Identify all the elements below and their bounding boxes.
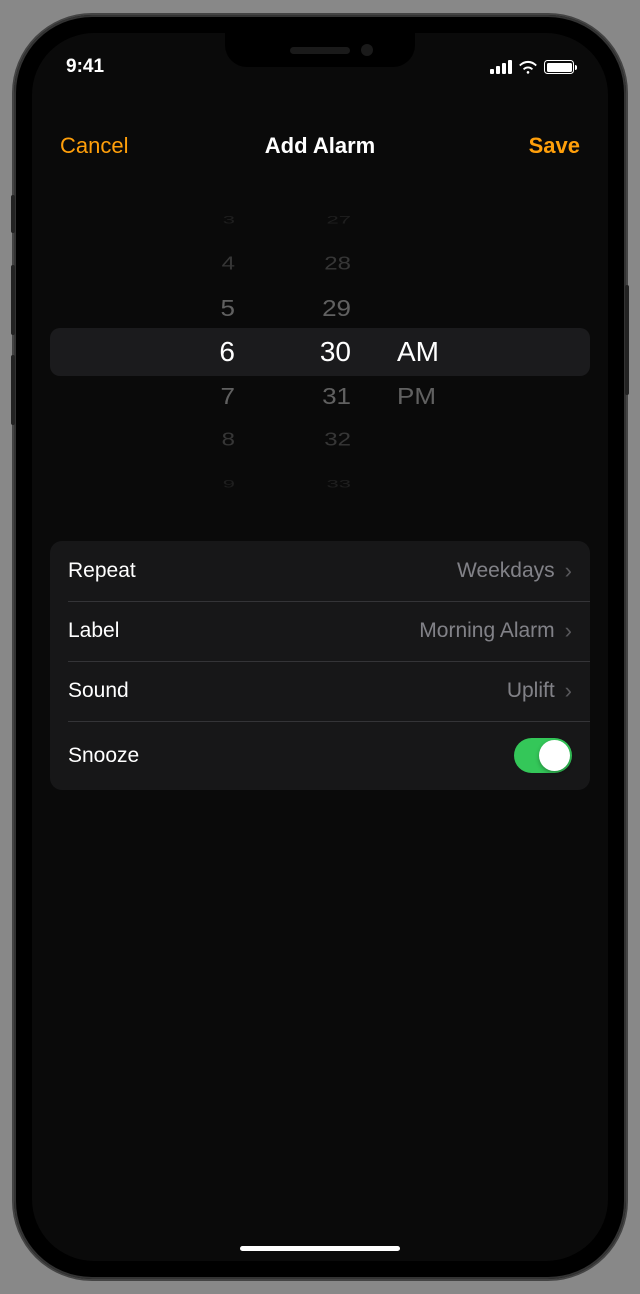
sound-value: Uplift xyxy=(507,679,555,703)
sound-label: Sound xyxy=(68,679,129,703)
hour-option[interactable]: 5 xyxy=(221,288,235,328)
minute-option[interactable]: 31 xyxy=(322,376,351,416)
toggle-knob xyxy=(539,740,570,771)
volume-down-button xyxy=(11,355,15,425)
label-row[interactable]: Label Morning Alarm › xyxy=(50,601,590,661)
power-button xyxy=(625,285,629,395)
hour-option[interactable]: 8 xyxy=(222,424,235,457)
repeat-value: Weekdays xyxy=(457,559,555,583)
page-title: Add Alarm xyxy=(265,133,375,159)
time-picker[interactable]: 3 4 5 6 7 8 9 27 28 29 30 31 32 33 xyxy=(50,197,590,507)
front-camera xyxy=(361,44,373,56)
ampm-picker-column[interactable]: AM PM xyxy=(375,197,495,507)
hour-option[interactable]: 3 xyxy=(223,209,235,231)
screen: 9:41 Cancel Add Alarm Save xyxy=(32,33,608,1261)
ampm-selected[interactable]: AM xyxy=(397,330,439,374)
chevron-right-icon: › xyxy=(565,678,572,704)
ampm-option[interactable]: PM xyxy=(397,376,436,416)
hour-option[interactable]: 4 xyxy=(222,248,235,281)
repeat-label: Repeat xyxy=(68,559,136,583)
snooze-label: Snooze xyxy=(68,744,139,768)
minute-picker-column[interactable]: 27 28 29 30 31 32 33 xyxy=(265,197,375,507)
label-value: Morning Alarm xyxy=(419,619,554,643)
minute-selected[interactable]: 30 xyxy=(320,330,351,374)
cellular-signal-icon xyxy=(490,60,512,74)
minute-option[interactable]: 33 xyxy=(327,473,351,495)
repeat-row[interactable]: Repeat Weekdays › xyxy=(50,541,590,601)
home-indicator[interactable] xyxy=(240,1246,400,1251)
save-button[interactable]: Save xyxy=(490,133,580,159)
minute-option[interactable]: 32 xyxy=(324,424,351,457)
status-indicators xyxy=(490,60,574,74)
phone-frame: 9:41 Cancel Add Alarm Save xyxy=(14,15,626,1279)
silent-switch xyxy=(11,195,15,233)
label-label: Label xyxy=(68,619,119,643)
minute-option[interactable]: 29 xyxy=(322,288,351,328)
notch xyxy=(225,33,415,67)
battery-icon xyxy=(544,60,574,74)
sound-row[interactable]: Sound Uplift › xyxy=(50,661,590,721)
snooze-row: Snooze xyxy=(50,721,590,790)
hour-option[interactable]: 7 xyxy=(221,376,235,416)
hour-selected[interactable]: 6 xyxy=(219,330,235,374)
cancel-button[interactable]: Cancel xyxy=(60,133,150,159)
speaker-grille xyxy=(290,47,350,54)
hour-picker-column[interactable]: 3 4 5 6 7 8 9 xyxy=(145,197,265,507)
alarm-settings-list: Repeat Weekdays › Label Morning Alarm › … xyxy=(50,541,590,790)
minute-option[interactable]: 27 xyxy=(327,209,351,231)
minute-option[interactable]: 28 xyxy=(324,248,351,281)
chevron-right-icon: › xyxy=(565,618,572,644)
wifi-icon xyxy=(519,60,537,74)
status-time: 9:41 xyxy=(66,56,104,78)
snooze-toggle[interactable] xyxy=(514,738,572,773)
volume-up-button xyxy=(11,265,15,335)
chevron-right-icon: › xyxy=(565,558,572,584)
hour-option[interactable]: 9 xyxy=(223,473,235,495)
navigation-bar: Cancel Add Alarm Save xyxy=(32,87,608,171)
